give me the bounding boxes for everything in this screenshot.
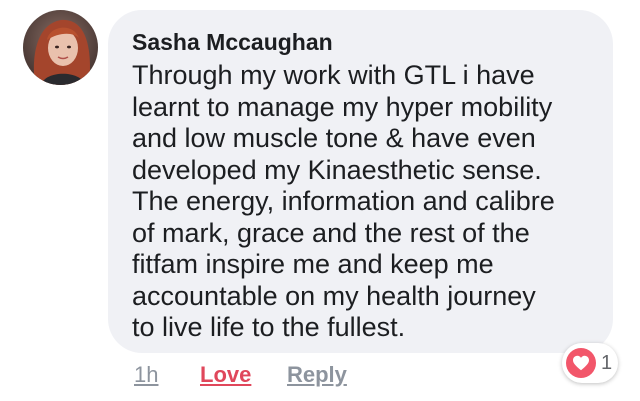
comment-line: to live life to the fullest. — [132, 312, 406, 342]
love-button[interactable]: Love — [200, 360, 251, 390]
reaction-summary[interactable]: 1 — [562, 343, 619, 383]
comment-line: fitfam inspire me and keep me — [132, 249, 494, 279]
comment-line: and low muscle tone & have even — [132, 123, 536, 153]
avatar-photo — [23, 10, 98, 85]
comment-line: developed my Kinaesthetic sense. — [132, 154, 542, 185]
comment-line: of mark, grace and the rest of the — [132, 217, 530, 248]
comment-text: Through my work with GTL i have learnt t… — [132, 60, 593, 344]
comment-line: Through my work with GTL i have — [132, 60, 535, 90]
comment-author[interactable]: Sasha Mccaughan — [132, 28, 593, 56]
reply-button[interactable]: Reply — [287, 360, 347, 390]
comment: Sasha Mccaughan Through my work with GTL… — [0, 0, 640, 401]
heart-icon — [566, 348, 596, 378]
reaction-count: 1 — [601, 352, 613, 374]
comment-line: learnt to manage my hyper mobility — [132, 91, 553, 122]
comment-bubble: Sasha Mccaughan Through my work with GTL… — [108, 10, 613, 353]
timestamp-link[interactable]: 1h — [134, 360, 158, 390]
comment-line: accountable on my health journey — [132, 280, 536, 311]
avatar[interactable] — [23, 10, 98, 85]
comment-line: The energy, information and calibre — [132, 186, 555, 216]
